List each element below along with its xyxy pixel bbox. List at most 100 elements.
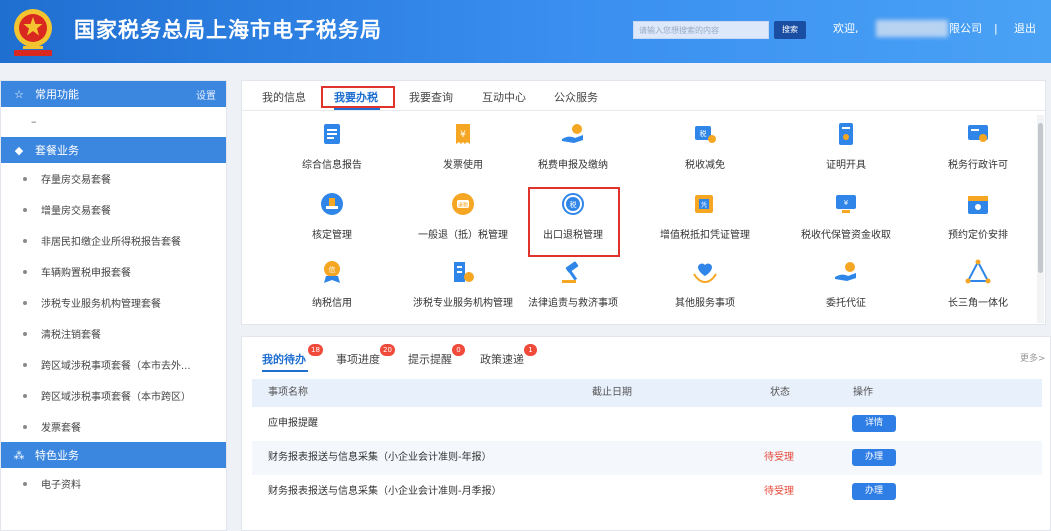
sidebar-section-packages[interactable]: ◆ 套餐业务 xyxy=(1,137,226,163)
sidebar-item[interactable]: 增量房交易套餐 xyxy=(1,194,226,225)
sidebar-section-title: 套餐业务 xyxy=(35,144,79,157)
count-badge: 1 xyxy=(524,344,537,356)
service-label: 长三角一体化 xyxy=(948,298,1008,309)
service-tile[interactable]: ¥ 税收代保管资金收取 xyxy=(781,191,911,241)
stamp-icon xyxy=(319,191,345,217)
tab-interaction[interactable]: 互动中心 xyxy=(482,89,526,105)
sidebar: ☆ 常用功能 设置 – ◆ 套餐业务 存量房交易套餐 增量房交易套餐 非居民扣缴… xyxy=(0,80,227,531)
credit-medal-icon: 信 xyxy=(319,259,345,285)
count-badge: 0 xyxy=(452,344,465,356)
top-header: 国家税务总局上海市电子税务局 请输入您想搜索的内容 搜索 欢迎, 限公司 | 退… xyxy=(0,0,1051,63)
service-tile[interactable]: 法律追责与救济事项 xyxy=(508,259,638,309)
tab-policy[interactable]: 政策速递 1 xyxy=(480,344,537,367)
gavel-icon xyxy=(560,259,586,285)
service-label: 税费申报及缴纳 xyxy=(538,160,608,171)
tab-reminders[interactable]: 提示提醒 0 xyxy=(408,344,465,367)
handle-button[interactable]: 办理 xyxy=(852,483,896,500)
vertical-scrollbar[interactable] xyxy=(1037,115,1044,323)
sidebar-item[interactable]: 发票套餐 xyxy=(1,411,226,442)
grid-icon: ⁂ xyxy=(13,448,25,462)
service-tile[interactable]: 信 纳税信用 xyxy=(267,259,397,309)
sidebar-item[interactable]: 车辆购置税申报套餐 xyxy=(1,256,226,287)
column-header: 状态 xyxy=(770,387,790,398)
sidebar-section-common[interactable]: ☆ 常用功能 设置 xyxy=(1,81,226,107)
bullet-icon xyxy=(23,176,27,181)
service-label: 委托代征 xyxy=(826,298,866,309)
tab-my-info[interactable]: 我的信息 xyxy=(262,89,306,105)
search-input[interactable]: 请输入您想搜索的内容 xyxy=(633,21,769,39)
column-header: 操作 xyxy=(853,387,873,398)
sidebar-item[interactable]: 跨区域涉税事项套餐（本市去外... xyxy=(1,349,226,380)
sidebar-item[interactable]: 电子资料 xyxy=(1,468,226,499)
service-label: 综合信息报告 xyxy=(302,160,362,171)
company-name[interactable]: 限公司 xyxy=(949,21,982,37)
sidebar-section-special[interactable]: ⁂ 特色业务 xyxy=(1,442,226,468)
tab-public-service[interactable]: 公众服务 xyxy=(554,89,598,105)
sidebar-item[interactable]: 清税注销套餐 xyxy=(1,318,226,349)
sidebar-item[interactable]: 存量房交易套餐 xyxy=(1,163,226,194)
task-name: 财务报表报送与信息采集（小企业会计准则-年报） xyxy=(268,452,492,463)
column-header: 截止日期 xyxy=(592,387,632,398)
table-row: 应申报提醒 详情 xyxy=(252,407,1042,441)
star-icon: ☆ xyxy=(14,87,24,101)
service-tile[interactable]: 核定管理 xyxy=(267,191,397,241)
tab-my-todo[interactable]: 我的待办 18 xyxy=(262,344,323,367)
active-tab-indicator xyxy=(334,108,380,110)
site-title: 国家税务总局上海市电子税务局 xyxy=(74,18,382,42)
sidebar-section-title: 特色业务 xyxy=(35,449,79,462)
todo-panel: 我的待办 18 事项进度 20 提示提醒 0 政策速递 1 更多> 事项名称 截止日期 … xyxy=(241,336,1051,531)
svg-text:税: 税 xyxy=(700,129,707,138)
tab-query[interactable]: 我要查询 xyxy=(409,89,453,105)
service-tile[interactable]: 证明开具 xyxy=(781,121,911,171)
table-row: 财务报表报送与信息采集（小企业会计准则-年报） 待受理 办理 xyxy=(252,441,1042,475)
settings-link[interactable]: 设置 xyxy=(196,87,216,102)
more-link[interactable]: 更多> xyxy=(1020,351,1046,364)
bullet-icon xyxy=(23,331,27,336)
tab-progress[interactable]: 事项进度 20 xyxy=(336,344,395,367)
service-tile[interactable]: 凭 增值税抵扣凭证管理 xyxy=(640,191,770,241)
column-header: 事项名称 xyxy=(268,387,308,398)
service-tile[interactable]: 其他服务事项 xyxy=(640,259,770,309)
bullet-icon xyxy=(23,238,27,243)
license-icon xyxy=(965,121,991,147)
blurred-username xyxy=(876,20,948,37)
search-button[interactable]: 搜索 xyxy=(774,21,806,39)
bullet-icon xyxy=(23,393,27,398)
money-screen-icon: ¥ xyxy=(833,191,859,217)
service-label: 税收减免 xyxy=(685,160,725,171)
bullet-icon xyxy=(23,481,27,486)
service-label: 增值税抵扣凭证管理 xyxy=(660,230,750,241)
refund-icon: 退税 xyxy=(450,191,476,217)
highlight-box xyxy=(321,86,395,108)
invoice-icon: ¥ xyxy=(450,121,476,147)
count-badge: 20 xyxy=(380,344,395,356)
service-tile[interactable]: 税费申报及缴纳 xyxy=(508,121,638,171)
calendar-icon xyxy=(965,191,991,217)
service-tile[interactable]: 预约定价安排 xyxy=(913,191,1043,241)
sidebar-item[interactable]: 涉税专业服务机构管理套餐 xyxy=(1,287,226,318)
certificate-icon xyxy=(833,121,859,147)
welcome-text: 欢迎, xyxy=(833,22,859,35)
detail-button[interactable]: 详情 xyxy=(852,415,896,432)
sidebar-item[interactable]: 跨区域涉税事项套餐（本市跨区） xyxy=(1,380,226,411)
service-tile[interactable]: 税务行政许可 xyxy=(913,121,1043,171)
service-label: 税务行政许可 xyxy=(948,160,1008,171)
handle-button[interactable]: 办理 xyxy=(852,449,896,466)
service-label: 预约定价安排 xyxy=(948,230,1008,241)
logout-link[interactable]: 退出 xyxy=(1014,21,1036,37)
active-tab-indicator xyxy=(262,370,308,372)
service-label: 法律追责与救济事项 xyxy=(528,298,618,309)
sidebar-section-title: 常用功能 xyxy=(35,88,79,101)
heart-hands-icon xyxy=(692,259,718,285)
hand-coin-icon xyxy=(560,121,586,147)
service-tile[interactable]: 长三角一体化 xyxy=(913,259,1043,309)
service-tile[interactable]: 综合信息报告 xyxy=(267,121,397,171)
table-row: 财务报表报送与信息采集（小企业会计准则-月季报） 待受理 办理 xyxy=(252,475,1042,509)
scroll-thumb[interactable] xyxy=(1038,123,1043,273)
svg-text:¥: ¥ xyxy=(460,130,466,140)
table-header: 事项名称 截止日期 状态 操作 xyxy=(252,379,1042,407)
service-tile[interactable]: 税 税收减免 xyxy=(640,121,770,171)
sidebar-item[interactable]: 非居民扣缴企业所得税报告套餐 xyxy=(1,225,226,256)
highlight-box xyxy=(528,187,620,257)
service-tile[interactable]: 委托代征 xyxy=(781,259,911,309)
